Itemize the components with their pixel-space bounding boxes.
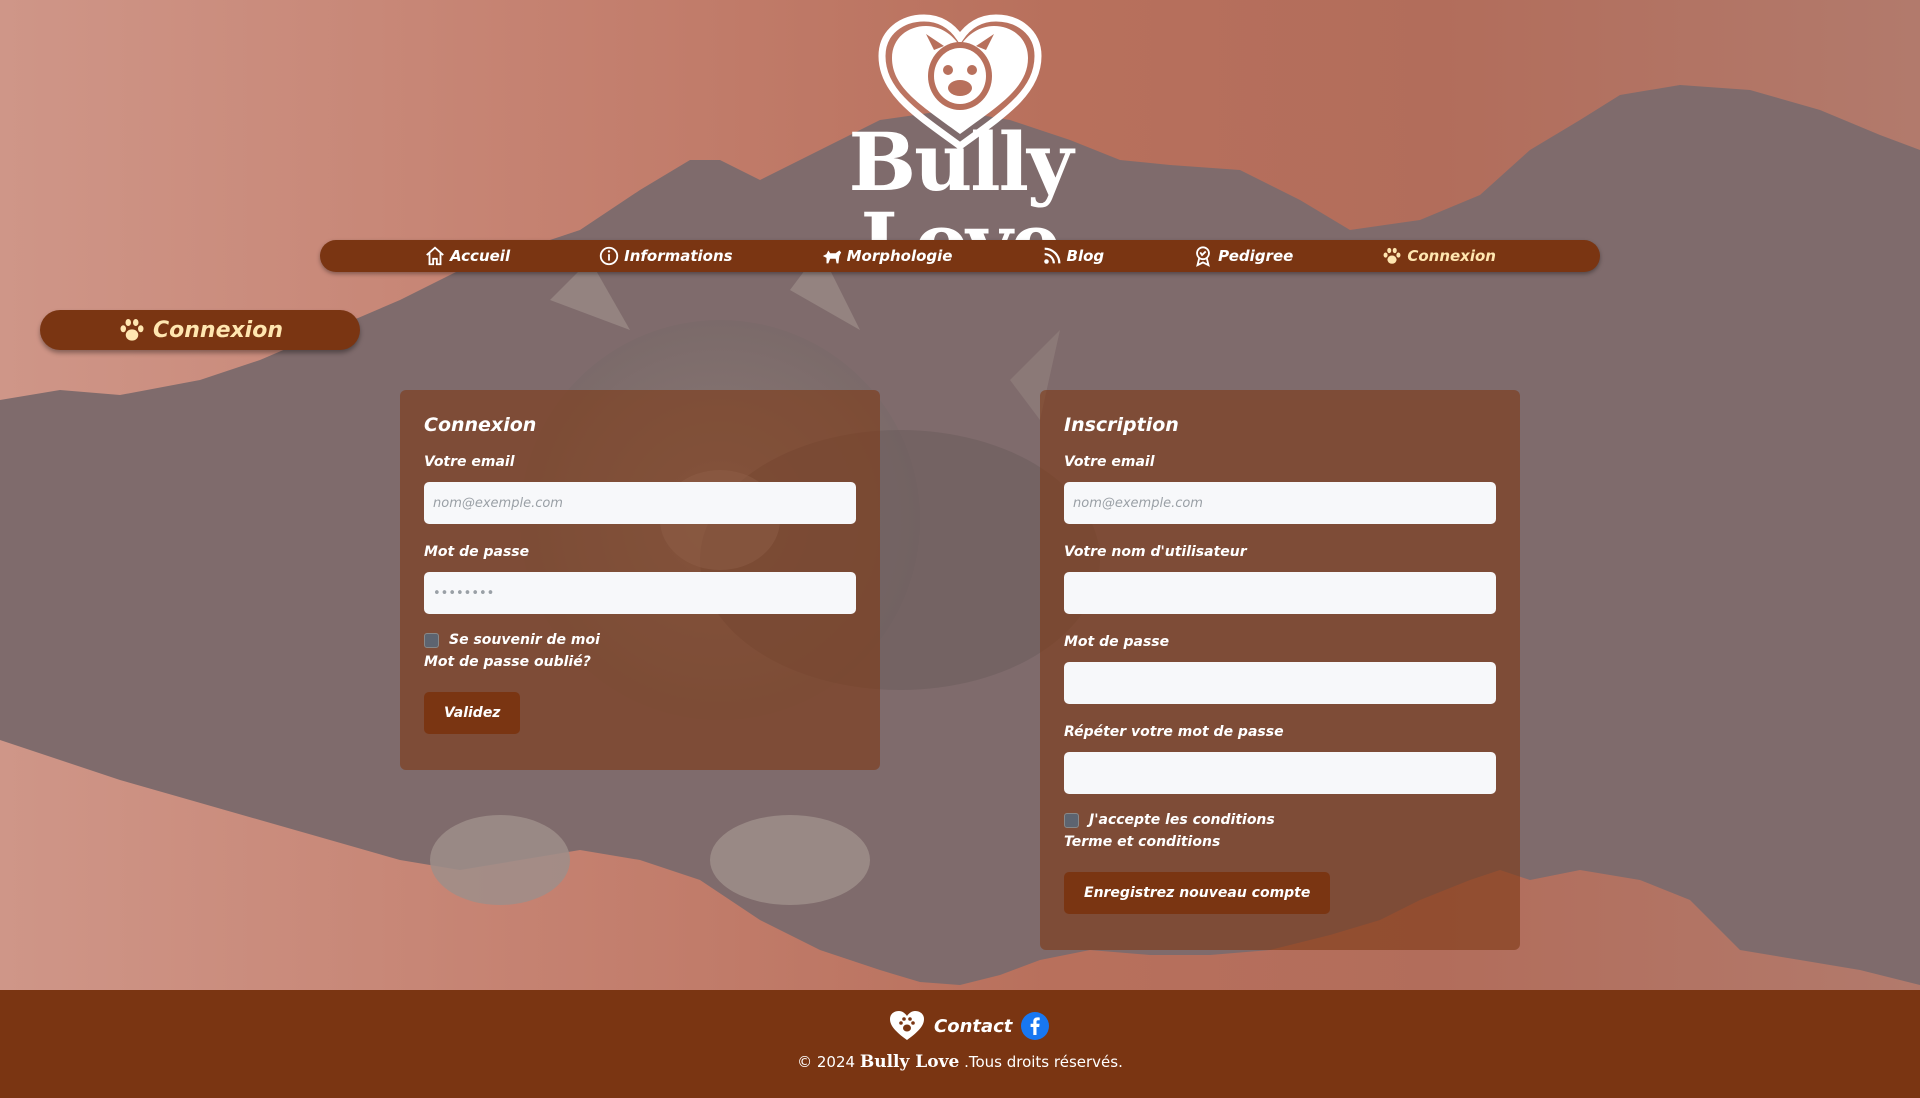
nav-item-label: Accueil [450,247,511,265]
home-icon [426,246,444,266]
accept-conditions-label: J'accepte les conditions [1089,812,1275,828]
register-form: Inscription Votre email Votre nom d'util… [1040,390,1520,950]
forgot-password-link[interactable]: Mot de passe oublié? [424,654,856,670]
site-footer: Contact © 2024 Bully Love .Tous droits r… [0,990,1920,1098]
remember-me-row: Se souvenir de moi [424,632,856,648]
login-password-input[interactable] [424,572,856,614]
nav-item-connexion[interactable]: Connexion [1381,245,1496,267]
nav-item-label: Blog [1066,247,1105,265]
nav-item-blog[interactable]: Blog [1041,245,1105,267]
footer-contact[interactable]: Contact [888,1010,1050,1042]
nav-item-pedigree[interactable]: Pedigree [1192,245,1293,267]
remember-me-checkbox[interactable] [424,632,439,648]
register-email-label: Votre email [1064,454,1155,470]
login-submit-button[interactable]: Validez [424,692,521,734]
register-username-label: Votre nom d'utilisateur [1064,544,1247,560]
remember-me-label: Se souvenir de moi [449,632,600,648]
register-repeat-password-label: Répéter votre mot de passe [1064,724,1284,740]
login-email-label: Votre email [424,454,515,470]
nav-item-label: Morphologie [846,247,953,265]
copyright-suffix: .Tous droits réservés. [964,1053,1123,1071]
login-title: Connexion [424,414,537,436]
dog-icon [822,250,841,264]
copyright-prefix: © 2024 [797,1053,856,1071]
register-repeat-password-input[interactable] [1064,752,1496,794]
accept-conditions-checkbox[interactable] [1064,812,1079,828]
award-icon [1196,246,1211,267]
nav-item-accueil[interactable]: Accueil [424,245,510,267]
nav-item-label: Informations [624,247,733,265]
facebook-icon[interactable] [1020,1011,1050,1041]
terms-link[interactable]: Terme et conditions [1064,834,1496,850]
register-email-input[interactable] [1064,482,1496,524]
login-email-input[interactable] [424,482,856,524]
contact-link[interactable]: Contact [934,1016,1012,1037]
page-title: Connexion [40,310,360,350]
info-icon [599,246,619,266]
paw-icon [1383,247,1401,264]
paw-heart-icon [890,1011,924,1040]
main-navigation: Accueil Informations Morphologie Blog Pe… [320,240,1600,272]
paw-icon [120,319,144,341]
nav-item-morphologie[interactable]: Morphologie [821,245,953,267]
register-password-input[interactable] [1064,662,1496,704]
page-title-text: Connexion [152,317,283,343]
nav-item-label: Pedigree [1218,247,1294,265]
register-password-label: Mot de passe [1064,634,1170,650]
accept-conditions-row: J'accepte les conditions [1064,812,1496,828]
login-form: Connexion Votre email Mot de passe Se so… [400,390,880,770]
site-logo[interactable]: Bully Love [770,10,1150,282]
register-submit-button[interactable]: Enregistrez nouveau compte [1064,872,1331,914]
rss-icon [1043,247,1060,264]
register-username-input[interactable] [1064,572,1496,614]
nav-item-label: Connexion [1407,247,1496,265]
nav-item-informations[interactable]: Informations [598,245,733,267]
register-title: Inscription [1064,414,1179,436]
copyright-brand: Bully Love [859,1052,960,1072]
copyright: © 2024 Bully Love .Tous droits réservés. [0,1052,1920,1072]
login-password-label: Mot de passe [424,544,530,560]
